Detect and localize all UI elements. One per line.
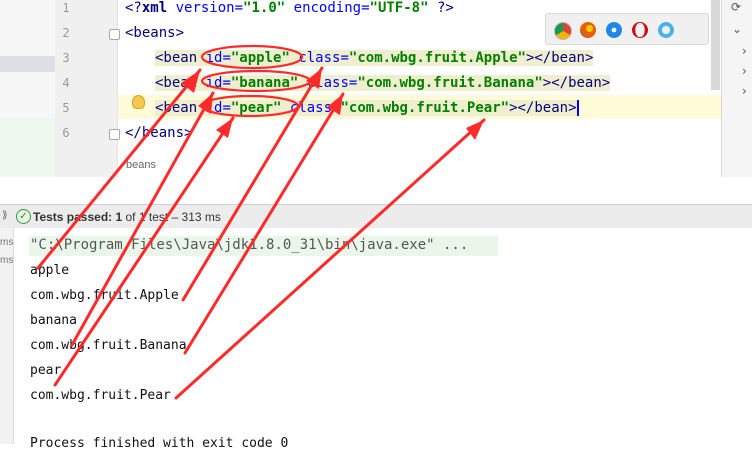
project-tool-strip xyxy=(0,0,55,177)
code-line-6[interactable]: </beans> xyxy=(125,124,192,142)
value-id-pear: "pear" xyxy=(230,100,282,116)
value-class-pear: "com.wbg.fruit.Pear" xyxy=(340,100,510,116)
code-line-4[interactable]: <bean id="banana" class="com.wbg.fruit.B… xyxy=(155,74,611,92)
attr-id-banana: id xyxy=(205,75,223,91)
right-tool-panel: ⟳ ⌄ › › › xyxy=(721,0,752,177)
bean-open-apple: <bean xyxy=(155,50,206,66)
attr-id-pear: id xyxy=(205,100,223,116)
attr-version: version xyxy=(175,0,235,16)
text-caret xyxy=(576,100,579,116)
value-id-apple: "apple" xyxy=(230,50,290,66)
ie-icon[interactable] xyxy=(658,22,674,38)
line-number-5: 5 xyxy=(62,101,70,115)
console-line: pear xyxy=(30,363,62,378)
editor-scrollbar[interactable] xyxy=(711,0,720,90)
equals: = xyxy=(234,0,244,16)
line-number-4: 4 xyxy=(62,76,70,90)
value-version: "1.0" xyxy=(243,0,286,16)
breadcrumb-item-beans[interactable]: beans xyxy=(126,159,156,171)
console-line: apple xyxy=(30,263,70,278)
rerun-icon[interactable]: ⟫ xyxy=(2,210,8,221)
chrome-icon[interactable] xyxy=(554,22,572,40)
test-duration-label: ms xyxy=(0,237,14,248)
value-encoding: "UTF-8" xyxy=(369,0,429,16)
attr-class-pear: class xyxy=(289,100,333,116)
code-line-5[interactable]: <bean id="pear" class="com.wbg.fruit.Pea… xyxy=(155,99,579,117)
bean-close-banana: ></bean> xyxy=(542,75,611,91)
project-selected-row[interactable] xyxy=(0,56,55,72)
safari-icon[interactable] xyxy=(606,22,622,38)
firefox-icon[interactable] xyxy=(580,22,596,38)
intention-bulb-icon[interactable] xyxy=(132,95,145,109)
attr-encoding: encoding xyxy=(293,0,362,16)
bean-close-apple: ></bean> xyxy=(525,50,594,66)
beans-close-tag: </beans> xyxy=(125,125,193,141)
chevron-right-icon[interactable]: › xyxy=(742,44,747,58)
value-class-banana: "com.wbg.fruit.Banana" xyxy=(357,75,543,91)
bean-open-pear: <bean xyxy=(155,100,206,116)
chevron-right-icon[interactable]: › xyxy=(742,84,747,98)
bean-open-banana: <bean xyxy=(155,75,206,91)
equals: = xyxy=(222,100,231,116)
browser-preview-bar xyxy=(545,13,709,45)
xml-decl-close: ?> xyxy=(428,0,454,16)
check-icon: ✓ xyxy=(16,209,31,224)
breadcrumb: beans xyxy=(120,155,721,177)
tests-status: Tests passed: 1 of 1 test – 313 ms xyxy=(33,210,221,224)
run-tool-header: ⟫ ✓ Tests passed: 1 of 1 test – 313 ms xyxy=(0,204,752,230)
equals: = xyxy=(222,50,231,66)
attr-class-apple: class xyxy=(298,50,341,66)
fold-toggle-beans-open[interactable] xyxy=(109,29,120,40)
chevron-down-icon[interactable]: ⌄ xyxy=(732,22,742,36)
line-number-1: 1 xyxy=(62,1,70,15)
fold-toggle-beans-close[interactable] xyxy=(109,129,120,140)
console-output[interactable] xyxy=(14,228,752,444)
line-number-2: 2 xyxy=(62,26,70,40)
attr-id-apple: id xyxy=(205,50,223,66)
test-duration-label: ms xyxy=(0,255,14,266)
xml-decl-open: <? xyxy=(125,0,142,16)
console-line: com.wbg.fruit.Apple xyxy=(30,288,179,303)
beans-open-tag: <beans> xyxy=(125,25,185,41)
console-line: com.wbg.fruit.Pear xyxy=(30,388,171,403)
console-line-command: "C:\Program Files\Java\jdk1.8.0_31\bin\j… xyxy=(30,237,469,253)
code-line-3[interactable]: <bean id="apple" class="com.wbg.fruit.Ap… xyxy=(155,49,594,67)
equals: = xyxy=(361,0,370,16)
line-number-3: 3 xyxy=(62,51,70,65)
refresh-icon[interactable]: ⟳ xyxy=(731,0,741,14)
attr-class-banana: class xyxy=(306,75,349,91)
chevron-right-icon[interactable]: › xyxy=(742,64,747,78)
console-line: banana xyxy=(30,313,77,328)
tests-status-detail: of 1 test – 313 ms xyxy=(122,210,221,224)
code-line-1[interactable]: <?xml version="1.0" encoding="UTF-8" ?> xyxy=(125,0,454,17)
line-number-6: 6 xyxy=(62,126,70,140)
code-editor[interactable]: 1 2 3 4 5 6 <?xml version="1.0" encoding… xyxy=(0,0,752,177)
code-line-2[interactable]: <beans> xyxy=(125,24,184,42)
tests-status-label: Tests passed: xyxy=(33,210,116,224)
value-class-apple: "com.wbg.fruit.Apple" xyxy=(348,50,526,66)
test-tree-strip: ms ms xyxy=(0,228,14,444)
bean-close-pear: ></bean> xyxy=(509,100,577,116)
xml-decl-name: xml xyxy=(141,0,168,16)
project-green-area xyxy=(0,118,55,176)
equals: = xyxy=(340,50,349,66)
value-id-banana: "banana" xyxy=(230,75,299,91)
opera-icon[interactable] xyxy=(632,22,648,38)
console-line: com.wbg.fruit.Banana xyxy=(30,338,187,353)
equals: = xyxy=(222,75,231,91)
